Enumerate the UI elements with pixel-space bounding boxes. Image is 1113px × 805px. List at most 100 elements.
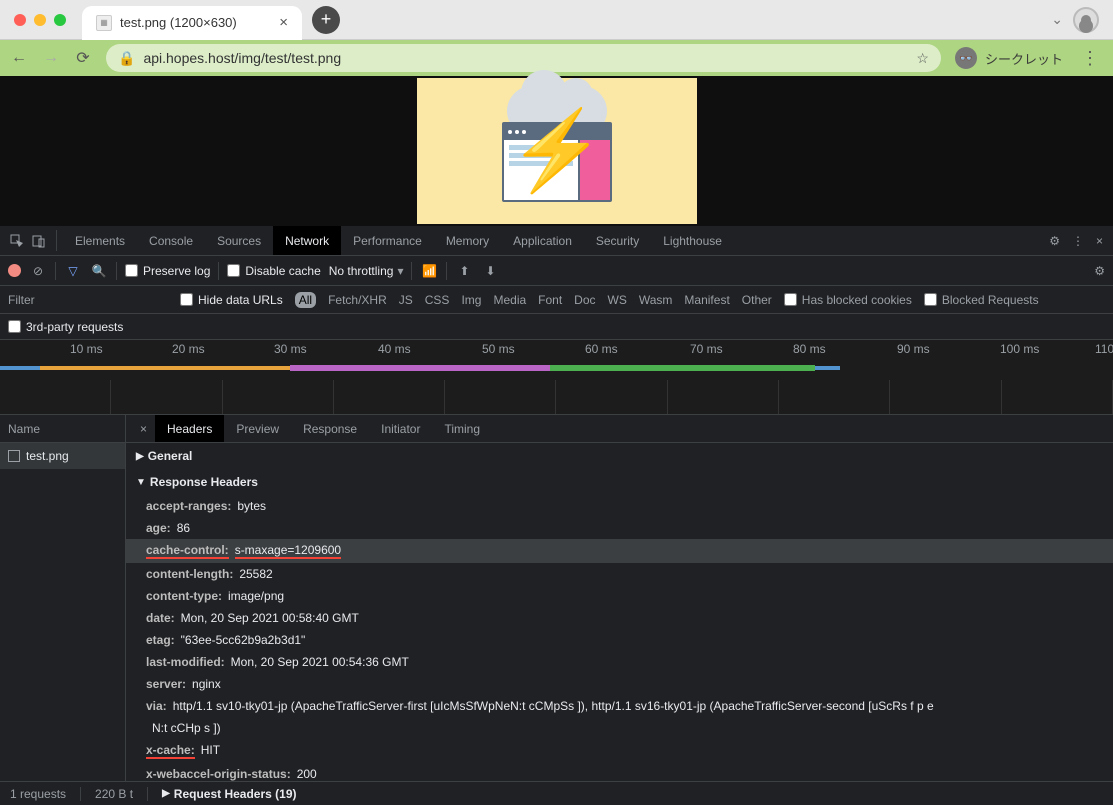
- request-row[interactable]: test.png: [0, 443, 125, 469]
- preserve-log-checkbox[interactable]: Preserve log: [125, 264, 210, 278]
- file-icon: [8, 450, 20, 462]
- maximize-window-button[interactable]: [54, 14, 66, 26]
- close-detail-icon[interactable]: ×: [132, 422, 155, 436]
- network-settings-icon[interactable]: ⚙: [1094, 264, 1105, 278]
- status-requests: 1 requests: [10, 787, 66, 801]
- tab-console[interactable]: Console: [137, 226, 205, 255]
- filter-chip-wasm[interactable]: Wasm: [639, 293, 673, 307]
- close-tab-icon[interactable]: ×: [279, 14, 288, 31]
- filter-chip-js[interactable]: JS: [399, 293, 413, 307]
- tab-sources[interactable]: Sources: [205, 226, 273, 255]
- header-row: via:http/1.1 sv10-tky01-jp (ApacheTraffi…: [126, 695, 1113, 717]
- filter-input[interactable]: Filter: [8, 293, 168, 307]
- browser-titlebar: ▦ test.png (1200×630) × + ⌄: [0, 0, 1113, 40]
- lightning-bolt-icon: ⚡: [508, 105, 605, 197]
- detail-tab-response[interactable]: Response: [291, 415, 369, 442]
- reload-button[interactable]: ⟳: [74, 48, 92, 68]
- settings-gear-icon[interactable]: ⚙: [1049, 234, 1060, 248]
- forward-button[interactable]: →: [42, 49, 60, 67]
- devtools-tabbar: Elements Console Sources Network Perform…: [0, 226, 1113, 256]
- detail-tabbar: × Headers Preview Response Initiator Tim…: [126, 415, 1113, 443]
- filter-chip-css[interactable]: CSS: [425, 293, 450, 307]
- network-type-filter-2: 3rd-party requests: [0, 314, 1113, 340]
- favicon-icon: ▦: [96, 15, 112, 31]
- detail-tab-headers[interactable]: Headers: [155, 415, 224, 442]
- filter-chip-other[interactable]: Other: [742, 293, 772, 307]
- browser-menu-button[interactable]: ⋮: [1077, 48, 1103, 69]
- filter-chip-ws[interactable]: WS: [608, 293, 627, 307]
- header-row: last-modified:Mon, 20 Sep 2021 00:54:36 …: [126, 651, 1113, 673]
- tab-performance[interactable]: Performance: [341, 226, 434, 255]
- header-row: content-length:25582: [126, 563, 1113, 585]
- back-button[interactable]: ←: [10, 49, 28, 67]
- device-toolbar-icon[interactable]: [28, 226, 50, 255]
- header-row: age:86: [126, 517, 1113, 539]
- export-har-icon[interactable]: ⬇: [481, 264, 499, 278]
- more-menu-icon[interactable]: ⋮: [1072, 234, 1084, 248]
- filter-chip-all[interactable]: All: [295, 292, 316, 308]
- wifi-icon[interactable]: 📶: [420, 264, 438, 278]
- clear-button[interactable]: ⊘: [29, 264, 47, 278]
- detail-tab-preview[interactable]: Preview: [224, 415, 291, 442]
- header-row: accept-ranges:bytes: [126, 495, 1113, 517]
- tab-network[interactable]: Network: [273, 226, 341, 255]
- incognito-icon: 👓: [955, 47, 977, 69]
- image-preview: ⚡: [417, 78, 697, 224]
- inspect-element-icon[interactable]: [6, 226, 28, 255]
- filter-chip-img[interactable]: Img: [461, 293, 481, 307]
- filter-chip-media[interactable]: Media: [493, 293, 526, 307]
- disable-cache-checkbox[interactable]: Disable cache: [227, 264, 320, 278]
- filter-chip-doc[interactable]: Doc: [574, 293, 595, 307]
- profile-icon[interactable]: [1073, 7, 1099, 33]
- traffic-lights: [14, 14, 66, 26]
- section-request-headers[interactable]: ▶Request Headers (19): [162, 787, 296, 801]
- headers-content: ▶General ▼Response Headers accept-ranges…: [126, 443, 1113, 781]
- filter-chip-font[interactable]: Font: [538, 293, 562, 307]
- header-row: x-webaccel-origin-status:200: [126, 763, 1113, 781]
- tab-application[interactable]: Application: [501, 226, 584, 255]
- third-party-checkbox[interactable]: 3rd-party requests: [8, 320, 123, 334]
- filter-chip-manifest[interactable]: Manifest: [684, 293, 729, 307]
- tab-elements[interactable]: Elements: [63, 226, 137, 255]
- tab-security[interactable]: Security: [584, 226, 651, 255]
- minimize-window-button[interactable]: [34, 14, 46, 26]
- search-icon[interactable]: 🔍: [90, 264, 108, 278]
- chevron-down-icon[interactable]: ⌄: [1051, 11, 1063, 28]
- filter-icon[interactable]: ▽: [64, 264, 82, 278]
- tab-lighthouse[interactable]: Lighthouse: [651, 226, 734, 255]
- incognito-indicator[interactable]: 👓 シークレット: [955, 47, 1063, 69]
- hide-data-urls-checkbox[interactable]: Hide data URLs: [180, 293, 283, 307]
- header-row: date:Mon, 20 Sep 2021 00:58:40 GMT: [126, 607, 1113, 629]
- blocked-cookies-checkbox[interactable]: Has blocked cookies: [784, 293, 912, 307]
- detail-tab-timing[interactable]: Timing: [432, 415, 492, 442]
- url-text: api.hopes.host/img/test/test.png: [143, 50, 341, 66]
- tab-memory[interactable]: Memory: [434, 226, 501, 255]
- address-bar: ← → ⟳ 🔒 api.hopes.host/img/test/test.png…: [0, 40, 1113, 76]
- network-toolbar: ⊘ ▽ 🔍 Preserve log Disable cache No thro…: [0, 256, 1113, 286]
- request-list-header[interactable]: Name: [0, 415, 125, 443]
- section-general[interactable]: ▶General: [126, 443, 1113, 469]
- import-har-icon[interactable]: ⬆: [455, 264, 473, 278]
- browser-tab[interactable]: ▦ test.png (1200×630) ×: [82, 6, 302, 40]
- detail-tab-initiator[interactable]: Initiator: [369, 415, 432, 442]
- close-devtools-icon[interactable]: ×: [1096, 234, 1103, 248]
- devtools-panel: Elements Console Sources Network Perform…: [0, 226, 1113, 805]
- waterfall-overview[interactable]: 10 ms 20 ms 30 ms 40 ms 50 ms 60 ms 70 m…: [0, 340, 1113, 415]
- close-window-button[interactable]: [14, 14, 26, 26]
- network-statusbar: 1 requests 220 B t ▶Request Headers (19): [0, 781, 1113, 805]
- header-row: N:t cCHp s ]): [126, 717, 1113, 739]
- lock-icon: 🔒: [118, 50, 135, 67]
- tab-title: test.png (1200×630): [120, 15, 237, 30]
- section-response-headers[interactable]: ▼Response Headers: [126, 469, 1113, 495]
- request-detail: × Headers Preview Response Initiator Tim…: [126, 415, 1113, 781]
- incognito-label: シークレット: [985, 49, 1063, 68]
- throttling-select[interactable]: No throttling ▾: [329, 264, 404, 278]
- filter-chip-fetchxhr[interactable]: Fetch/XHR: [328, 293, 387, 307]
- record-button[interactable]: [8, 264, 21, 277]
- bookmark-star-icon[interactable]: ☆: [916, 50, 929, 67]
- url-input[interactable]: 🔒 api.hopes.host/img/test/test.png ☆: [106, 44, 941, 72]
- status-transferred: 220 B t: [95, 787, 133, 801]
- new-tab-button[interactable]: +: [312, 6, 340, 34]
- network-body: Name test.png × Headers Preview Response…: [0, 415, 1113, 781]
- blocked-requests-checkbox[interactable]: Blocked Requests: [924, 293, 1039, 307]
